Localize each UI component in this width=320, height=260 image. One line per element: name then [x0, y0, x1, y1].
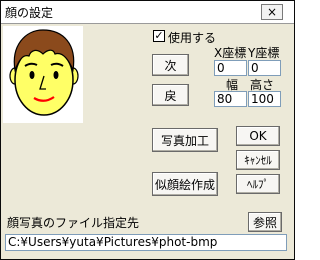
width-input[interactable]: 80 [214, 91, 247, 107]
browse-button[interactable]: 参照 [248, 212, 282, 232]
face-preview [3, 26, 83, 123]
prev-button[interactable]: 戻 [152, 84, 189, 106]
next-button[interactable]: 次 [152, 54, 189, 76]
close-button[interactable]: × [261, 4, 283, 20]
y-coord-input[interactable]: 0 [248, 60, 281, 76]
use-checkbox[interactable]: ✓ [153, 30, 165, 42]
title-bar: 顔の設定 × [1, 1, 294, 24]
file-path-input[interactable]: C:¥Users¥yuta¥Pictures¥phot-bmp [5, 234, 287, 251]
use-checkbox-label: 使用する [168, 31, 217, 45]
x-coord-label: X座標 [214, 46, 247, 60]
help-button[interactable]: ﾍﾙﾌﾟ [236, 174, 280, 194]
file-path-label: 顔写真のファイル指定先 [7, 216, 140, 230]
cartoon-face-icon [9, 29, 79, 116]
window-title: 顔の設定 [5, 6, 54, 20]
make-face-button[interactable]: 似顔絵作成 [152, 172, 218, 196]
ok-button[interactable]: OK [236, 126, 280, 146]
height-input[interactable]: 100 [248, 91, 281, 107]
y-coord-label: Y座標 [248, 46, 280, 60]
x-coord-input[interactable]: 0 [214, 60, 247, 76]
cancel-button[interactable]: ｷｬﾝｾﾙ [236, 150, 280, 170]
photo-process-button[interactable]: 写真加工 [152, 128, 218, 152]
